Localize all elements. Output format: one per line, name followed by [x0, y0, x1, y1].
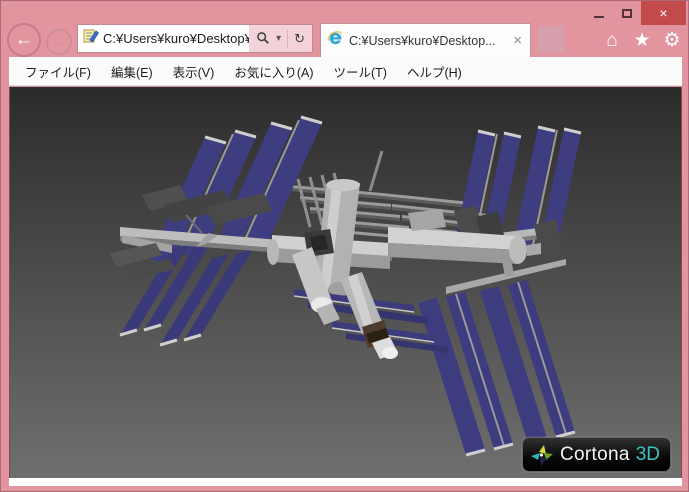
menu-item-file[interactable]: ファイル(F) [15, 57, 101, 85]
cortona-logo-text: Cortona [560, 444, 630, 466]
address-input[interactable] [103, 31, 249, 46]
tools-button[interactable]: ⚙ [660, 28, 684, 52]
menu-item-favorites[interactable]: お気に入り(A) [224, 57, 323, 85]
vrml-file-icon [83, 28, 99, 49]
refresh-icon[interactable]: ↻ [294, 32, 305, 45]
browser-window: { "window": { "controls": { "close_glyph… [0, 0, 689, 492]
browser-action-icons: ⌂ ★ ⚙ [600, 28, 684, 52]
divider [287, 30, 288, 48]
favorites-button[interactable]: ★ [630, 28, 654, 52]
home-button[interactable]: ⌂ [600, 28, 624, 52]
3d-viewport[interactable]: Cortona 3D [9, 87, 682, 478]
search-dropdown-icon[interactable]: ▾ [276, 34, 281, 44]
tab-title: C:¥Users¥kuro¥Desktop... [349, 34, 511, 48]
address-buttons: ▾ ↻ [249, 25, 312, 52]
forward-button[interactable]: → [46, 29, 72, 55]
cortona-pinwheel-icon [530, 443, 554, 467]
address-bar[interactable]: ▾ ↻ [77, 24, 313, 53]
status-strip [9, 478, 682, 486]
home-icon: ⌂ [606, 31, 617, 50]
menu-item-edit[interactable]: 編集(E) [101, 57, 163, 85]
star-icon: ★ [633, 31, 650, 50]
ie-logo-icon [327, 30, 344, 52]
new-tab-button[interactable] [538, 26, 564, 52]
search-icon[interactable] [256, 31, 270, 47]
browser-tab[interactable]: C:¥Users¥kuro¥Desktop... × [320, 23, 531, 57]
cortona-logo-3d: 3D [636, 444, 660, 466]
menu-item-tools[interactable]: ツール(T) [323, 57, 396, 85]
iss-model [10, 87, 682, 478]
forward-icon: → [52, 34, 67, 51]
menu-item-view[interactable]: 表示(V) [163, 57, 225, 85]
back-icon: ← [15, 29, 34, 51]
tab-close-icon[interactable]: × [511, 32, 524, 49]
back-button[interactable]: ← [7, 23, 41, 57]
navigation-bar: ← → ▾ ↻ [1, 1, 689, 57]
menu-bar: ファイル(F) 編集(E) 表示(V) お気に入り(A) ツール(T) ヘルプ(… [9, 57, 682, 86]
cortona3d-logo: Cortona 3D [522, 437, 671, 472]
menu-item-help[interactable]: ヘルプ(H) [397, 57, 472, 85]
gear-icon: ⚙ [663, 31, 680, 50]
